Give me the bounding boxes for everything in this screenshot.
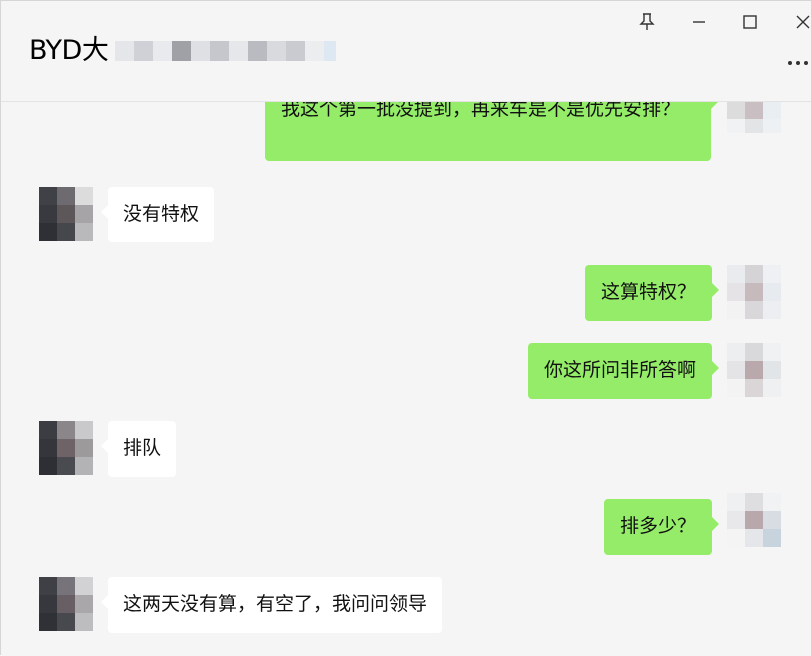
message-bubble-outgoing[interactable]: 排多少？ bbox=[603, 499, 720, 555]
avatar-self[interactable] bbox=[727, 265, 781, 319]
message-bubble-incoming[interactable]: 这两天没有算，有空了，我问问领导 bbox=[100, 577, 443, 633]
message-text: 这两天没有算，有空了，我问问领导 bbox=[123, 593, 428, 615]
chat-header: BYD大 bbox=[1, 1, 811, 102]
pin-button[interactable] bbox=[629, 7, 665, 37]
minimize-button[interactable] bbox=[681, 7, 717, 37]
message-bubble-outgoing[interactable]: 你这所问非所答啊 bbox=[527, 343, 720, 399]
message-text: 排队 bbox=[123, 437, 162, 459]
message-bubble-incoming[interactable]: 没有特权 bbox=[100, 187, 215, 242]
avatar-mosaic bbox=[39, 421, 93, 475]
message-text: 排多少？ bbox=[619, 515, 696, 537]
chat-window: 我这个第一批没提到，再来车是不是优先安排？ 没有特权 这算特权？ 你这所问非所答… bbox=[0, 0, 811, 655]
maximize-icon bbox=[742, 14, 758, 30]
more-options-button[interactable] bbox=[784, 49, 811, 73]
avatar-mosaic bbox=[727, 343, 781, 397]
message-text: 你这所问非所答啊 bbox=[543, 359, 696, 381]
avatar-contact[interactable] bbox=[39, 187, 93, 241]
avatar-self[interactable] bbox=[727, 343, 781, 397]
avatar-self[interactable] bbox=[727, 493, 781, 547]
avatar-mosaic bbox=[727, 265, 781, 319]
maximize-button[interactable] bbox=[732, 7, 768, 37]
close-button[interactable] bbox=[785, 7, 811, 37]
message-bubble-incoming[interactable]: 排队 bbox=[100, 421, 177, 477]
avatar-contact[interactable] bbox=[39, 577, 93, 631]
message-text: 这算特权？ bbox=[600, 281, 696, 303]
minimize-icon bbox=[691, 14, 707, 30]
message-bubble-outgoing[interactable]: 这算特权？ bbox=[584, 265, 720, 321]
more-icon bbox=[786, 52, 810, 71]
close-icon bbox=[795, 14, 811, 30]
avatar-mosaic bbox=[727, 493, 781, 547]
redacted-name-mosaic bbox=[115, 33, 345, 69]
avatar-mosaic bbox=[39, 187, 93, 241]
avatar-mosaic bbox=[39, 577, 93, 631]
chat-title: BYD大 bbox=[29, 35, 109, 66]
pin-icon bbox=[639, 13, 655, 31]
avatar-contact[interactable] bbox=[39, 421, 93, 475]
message-text: 没有特权 bbox=[123, 203, 200, 225]
